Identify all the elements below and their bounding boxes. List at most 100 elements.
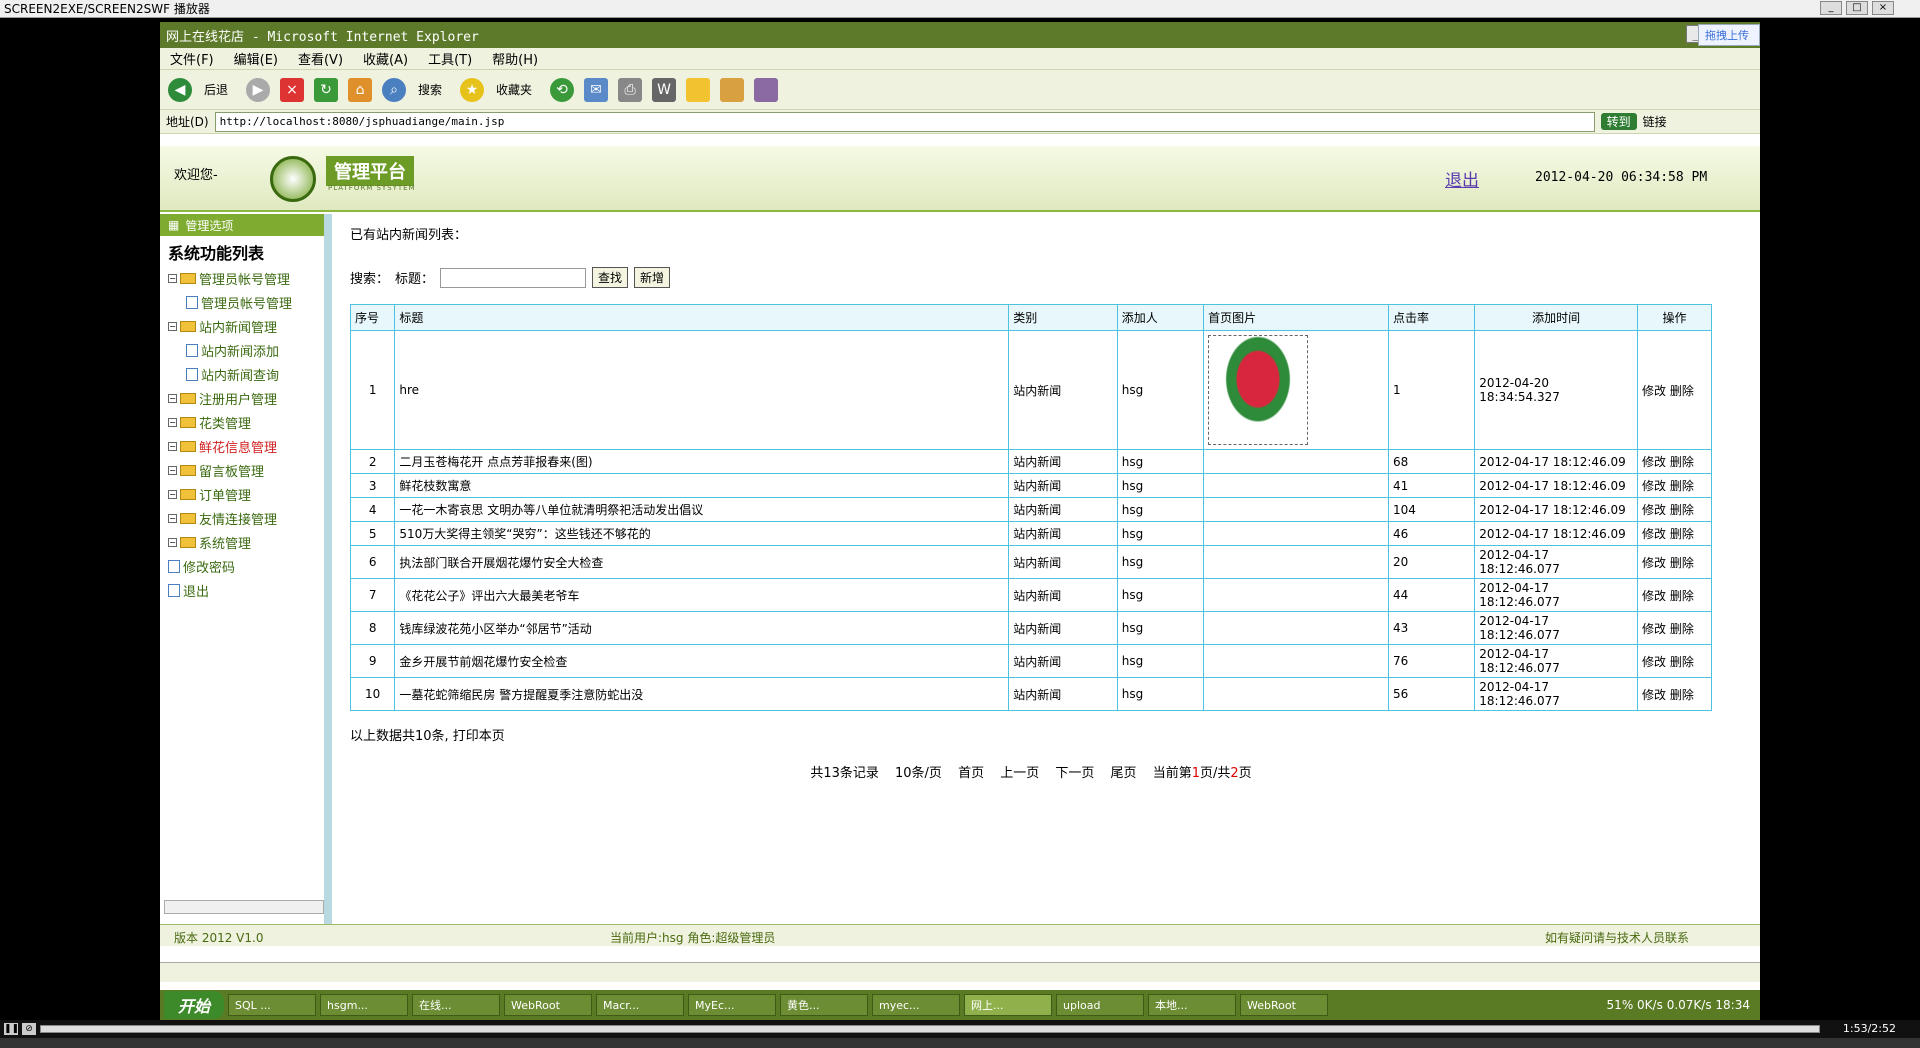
player-close-button[interactable]: × — [1872, 1, 1894, 15]
sidebar-item[interactable]: 修改密码 — [160, 554, 324, 578]
delete-link[interactable]: 删除 — [1670, 589, 1694, 603]
taskbar-task[interactable]: 本地... — [1148, 994, 1237, 1016]
player-maximize-button[interactable]: □ — [1846, 1, 1868, 15]
menu-item[interactable]: 编辑(E) — [234, 49, 278, 68]
taskbar-task[interactable]: upload — [1056, 994, 1145, 1016]
taskbar-task[interactable]: 黄色... — [780, 994, 869, 1016]
expand-icon[interactable]: − — [168, 321, 177, 331]
sidebar-item[interactable]: − 订单管理 — [160, 482, 324, 506]
sidebar-item[interactable]: − 花类管理 — [160, 410, 324, 434]
player-minimize-button[interactable]: _ — [1820, 1, 1842, 15]
delete-link[interactable]: 删除 — [1670, 479, 1694, 493]
note-icon[interactable] — [686, 77, 711, 102]
expand-icon[interactable]: − — [168, 537, 177, 547]
sidebar-item[interactable]: 站内新闻添加 — [160, 338, 324, 362]
title-search-input[interactable] — [440, 267, 587, 288]
taskbar-task[interactable]: SQL ... — [228, 994, 317, 1016]
upload-button[interactable]: 拖拽上传 — [1698, 24, 1760, 46]
expand-icon[interactable]: − — [168, 417, 177, 427]
edit-link[interactable]: 修改 — [1642, 589, 1666, 603]
expand-icon[interactable]: − — [168, 513, 177, 523]
edit-link[interactable]: 修改 — [1642, 655, 1666, 669]
delete-link[interactable]: 删除 — [1670, 622, 1694, 636]
edit-link[interactable]: 修改 — [1642, 503, 1666, 517]
mail-icon[interactable]: ✉ — [584, 77, 609, 102]
menu-item[interactable]: 查看(V) — [298, 49, 343, 68]
forward-icon[interactable]: ▶ — [246, 77, 271, 102]
sidebar-item[interactable]: 站内新闻查询 — [160, 362, 324, 386]
sidebar-item[interactable]: 管理员帐号管理 — [160, 290, 324, 314]
sidebar-item[interactable]: − 留言板管理 — [160, 458, 324, 482]
go-button[interactable]: 转到 — [1600, 113, 1637, 130]
sidebar-item[interactable]: − 友情连接管理 — [160, 506, 324, 530]
favorites-label[interactable]: 收藏夹 — [496, 81, 532, 98]
delete-link[interactable]: 删除 — [1670, 655, 1694, 669]
start-button[interactable]: 开始 — [164, 991, 225, 1019]
edit-link[interactable]: 修改 — [1642, 688, 1666, 702]
search-icon[interactable]: ⌕ — [382, 77, 407, 102]
stop-icon[interactable]: × — [280, 77, 305, 102]
pause-icon[interactable]: ❚❚ — [4, 1023, 19, 1035]
edit-link[interactable]: 修改 — [1642, 527, 1666, 541]
book-icon[interactable] — [720, 77, 745, 102]
delete-link[interactable]: 删除 — [1670, 556, 1694, 570]
pager-next[interactable]: 下一页 — [1055, 766, 1094, 781]
delete-link[interactable]: 删除 — [1670, 527, 1694, 541]
progress-bar[interactable] — [40, 1025, 1820, 1033]
edit-link[interactable]: 修改 — [1642, 479, 1666, 493]
taskbar-task[interactable]: WebRoot — [1240, 994, 1329, 1016]
favorites-icon[interactable]: ★ — [460, 77, 485, 102]
sidebar-item[interactable]: − 管理员帐号管理 — [160, 266, 324, 290]
history-icon[interactable]: ⟲ — [550, 77, 575, 102]
expand-icon[interactable]: − — [168, 441, 177, 451]
menu-item[interactable]: 工具(T) — [428, 49, 472, 68]
expand-icon[interactable]: − — [168, 273, 177, 283]
add-button[interactable]: 新增 — [634, 267, 671, 288]
edit-link[interactable]: 修改 — [1642, 556, 1666, 570]
refresh-icon[interactable]: ↻ — [314, 77, 339, 102]
menu-item[interactable]: 收藏(A) — [363, 49, 408, 68]
tools-icon[interactable] — [754, 77, 779, 102]
edit-link[interactable]: 修改 — [1642, 455, 1666, 469]
taskbar-task[interactable]: myec... — [872, 994, 961, 1016]
delete-link[interactable]: 删除 — [1670, 688, 1694, 702]
edit-link[interactable]: 修改 — [1642, 384, 1666, 398]
print-icon[interactable]: ⎙ — [618, 77, 643, 102]
menu-item[interactable]: 文件(F) — [170, 49, 214, 68]
taskbar-task[interactable]: MyEc... — [688, 994, 777, 1016]
delete-link[interactable]: 删除 — [1670, 384, 1694, 398]
taskbar-task[interactable]: WebRoot — [504, 994, 593, 1016]
home-icon[interactable]: ⌂ — [348, 77, 373, 102]
sidebar-item[interactable]: − 系统管理 — [160, 530, 324, 554]
taskbar-task[interactable]: hsgm... — [320, 994, 409, 1016]
sidebar-item[interactable]: − 鲜花信息管理 — [160, 434, 324, 458]
delete-link[interactable]: 删除 — [1670, 455, 1694, 469]
sidebar-item[interactable]: − 注册用户管理 — [160, 386, 324, 410]
stop-play-icon[interactable]: ⊘ — [22, 1023, 36, 1035]
expand-icon[interactable]: − — [168, 489, 177, 499]
url-input[interactable]: http://localhost:8080/jsphuadiange/main.… — [214, 111, 1595, 132]
sidebar-scrollbar[interactable] — [164, 900, 324, 914]
back-icon[interactable]: ◀ — [168, 77, 192, 102]
taskbar-task[interactable]: Macr... — [596, 994, 685, 1016]
taskbar-task[interactable]: 网上... — [964, 994, 1053, 1016]
back-label[interactable]: 后退 — [204, 81, 228, 98]
sidebar-item[interactable]: − 站内新闻管理 — [160, 314, 324, 338]
expand-icon[interactable]: − — [168, 393, 177, 403]
edit-icon[interactable]: W — [652, 77, 677, 102]
links-label[interactable]: 链接 — [1643, 113, 1667, 130]
ie-title-bar: 网上在线花店 - Microsoft Internet Explorer _ 拖… — [160, 22, 1760, 48]
menu-item[interactable]: 帮助(H) — [492, 49, 538, 68]
taskbar-task[interactable]: 在线... — [412, 994, 501, 1016]
pager-last[interactable]: 尾页 — [1111, 766, 1137, 781]
sidebar-item[interactable]: 退出 — [160, 578, 324, 602]
pager-prev[interactable]: 上一页 — [1000, 766, 1039, 781]
expand-icon[interactable]: − — [168, 465, 177, 475]
edit-link[interactable]: 修改 — [1642, 622, 1666, 636]
logout-link[interactable]: 退出 — [1445, 166, 1479, 191]
net-down: 0.07K/s — [1666, 998, 1712, 1012]
search-label[interactable]: 搜索 — [418, 81, 442, 98]
pager-first[interactable]: 首页 — [958, 766, 984, 781]
search-button[interactable]: 查找 — [592, 267, 629, 288]
delete-link[interactable]: 删除 — [1670, 503, 1694, 517]
